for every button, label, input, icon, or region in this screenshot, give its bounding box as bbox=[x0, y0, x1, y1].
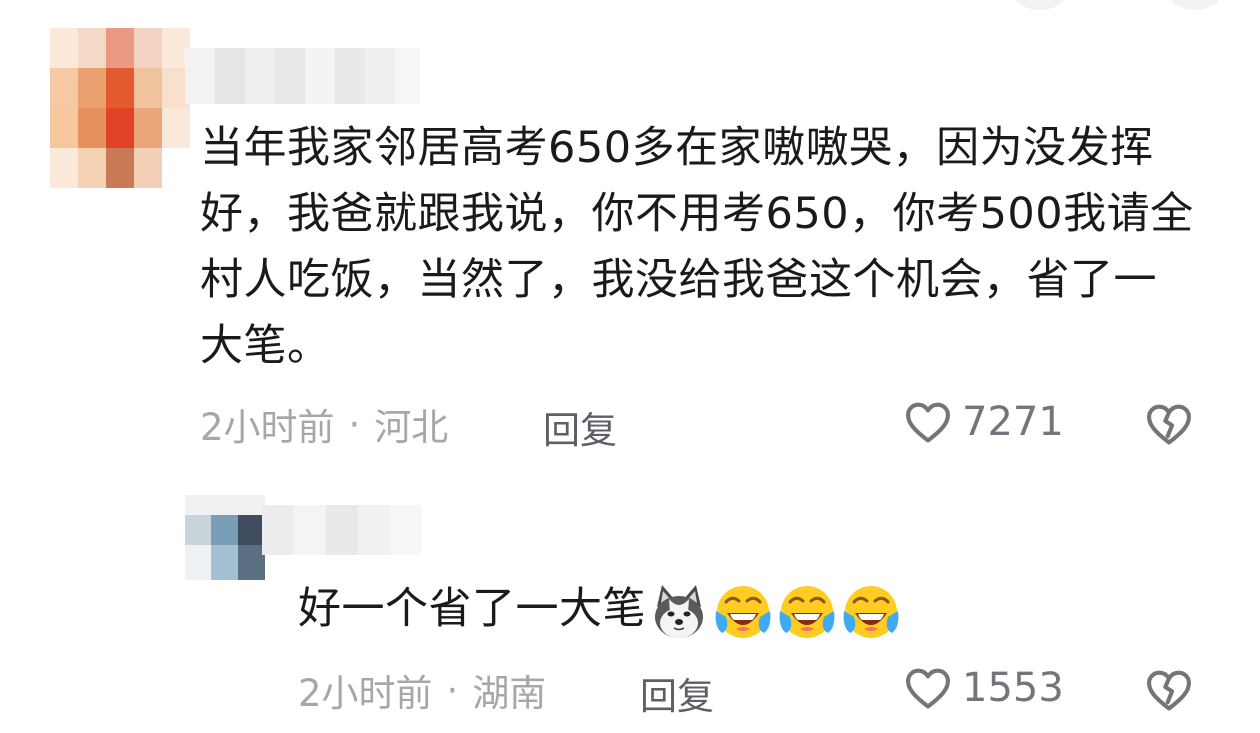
reply-button[interactable]: 回复 bbox=[640, 666, 714, 720]
heart-outline-icon bbox=[906, 402, 950, 443]
reply-comment-item: 好一个省了一大笔 2小时前 · 湖南 回复 1553 bbox=[0, 480, 1260, 733]
reply-button[interactable]: 回复 bbox=[543, 400, 617, 454]
avatar[interactable] bbox=[185, 495, 265, 580]
broken-heart-icon bbox=[1147, 404, 1191, 445]
comment-location: 河北 bbox=[374, 406, 449, 449]
meta-separator: · bbox=[446, 668, 459, 712]
laughing-crying-emoji bbox=[776, 581, 838, 643]
like-button[interactable]: 1553 bbox=[902, 662, 1064, 714]
comment-text: 当年我家邻居高考650多在家嗷嗷哭，因为没发挥好，我爸就跟我说，你不用考650，… bbox=[200, 123, 1194, 371]
comment-time: 2小时前 bbox=[200, 406, 335, 449]
like-count: 7271 bbox=[962, 399, 1064, 445]
husky-dog-emoji bbox=[648, 581, 710, 643]
laughing-crying-emoji bbox=[712, 581, 774, 643]
comment-meta: 2小时前 · 河北 bbox=[200, 402, 448, 450]
comment-location: 湖南 bbox=[472, 672, 547, 715]
broken-heart-icon bbox=[1147, 670, 1191, 711]
avatar[interactable] bbox=[50, 28, 190, 188]
comment-text: 好一个省了一大笔 bbox=[298, 576, 1198, 643]
like-count: 1553 bbox=[962, 665, 1064, 711]
meta-separator: · bbox=[348, 402, 361, 446]
comment-item: 当年我家邻居高考650多在家嗷嗷哭，因为没发挥好，我爸就跟我说，你不用考650，… bbox=[0, 0, 1260, 480]
comment-time: 2小时前 bbox=[298, 672, 433, 715]
dislike-button[interactable] bbox=[1142, 664, 1196, 720]
laughing-crying-emoji bbox=[840, 581, 902, 643]
username-blurred[interactable] bbox=[185, 48, 420, 104]
heart-outline-icon bbox=[906, 668, 950, 709]
username-blurred[interactable] bbox=[262, 505, 422, 555]
like-button[interactable]: 7271 bbox=[902, 396, 1064, 448]
comment-text-content: 好一个省了一大笔 bbox=[298, 584, 646, 634]
comment-meta: 2小时前 · 湖南 bbox=[298, 668, 546, 716]
dislike-button[interactable] bbox=[1142, 398, 1196, 454]
